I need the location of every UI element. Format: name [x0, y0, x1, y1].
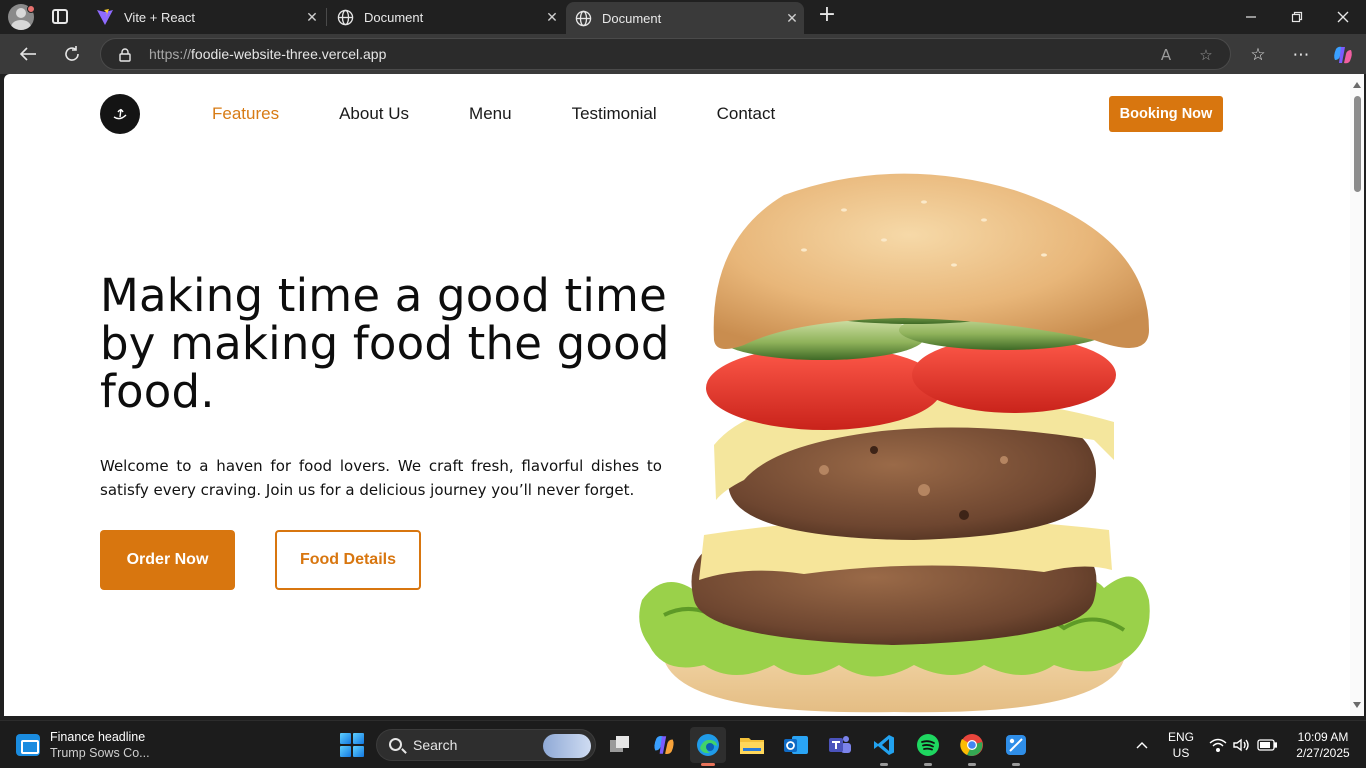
favorites-icon[interactable]: ☆: [1246, 43, 1270, 67]
task-view-icon[interactable]: [602, 727, 638, 763]
edge-browser-icon[interactable]: [690, 727, 726, 766]
burger-image: [639, 173, 1150, 713]
restore-button[interactable]: [1274, 0, 1320, 34]
refresh-button[interactable]: [57, 39, 87, 69]
nav-testimonial[interactable]: Testimonial: [572, 104, 657, 124]
clock-date: 2/27/2025: [1296, 746, 1350, 760]
scroll-down-arrow-icon[interactable]: [1353, 702, 1361, 708]
tab-vite-react[interactable]: Vite + React ✕: [88, 0, 324, 34]
close-tab-icon[interactable]: ✕: [300, 9, 324, 26]
battery-icon[interactable]: [1256, 721, 1278, 768]
url-text[interactable]: https://foodie-website-three.vercel.app: [149, 46, 386, 62]
notification-dot: [27, 5, 35, 13]
language-code: ENG: [1167, 730, 1194, 744]
spotify-icon[interactable]: [910, 727, 946, 766]
search-label: Search: [413, 737, 458, 753]
hero-title: Making time a good time by making food t…: [100, 269, 670, 418]
tab-divider: [326, 8, 327, 26]
tab-title: Document: [602, 10, 662, 26]
booking-now-button[interactable]: Booking Now: [1109, 96, 1223, 132]
nav-about-us[interactable]: About Us: [339, 104, 409, 124]
url-host: foodie-website-three.vercel.app: [191, 46, 387, 62]
widget-title: Finance headline: [50, 730, 146, 744]
minimize-button[interactable]: [1228, 0, 1274, 34]
close-window-button[interactable]: [1320, 0, 1366, 34]
file-explorer-icon[interactable]: [734, 727, 770, 763]
close-tab-icon[interactable]: ✕: [540, 9, 564, 26]
read-aloud-icon[interactable]: A: [1155, 44, 1177, 66]
tab-title: Vite + React: [124, 9, 195, 25]
clock-time: 10:09 AM: [1297, 730, 1349, 744]
outlook-icon[interactable]: [778, 727, 814, 763]
tab-actions-icon[interactable]: [52, 9, 68, 24]
food-details-button[interactable]: Food Details: [275, 530, 421, 590]
snipping-tool-icon[interactable]: [998, 727, 1034, 766]
globe-icon: [574, 9, 592, 27]
vite-icon: [96, 8, 114, 26]
scroll-thumb[interactable]: [1354, 96, 1361, 192]
site-navigation: Features About Us Menu Testimonial Conta…: [212, 104, 835, 124]
scroll-up-arrow-icon[interactable]: [1353, 82, 1361, 88]
close-tab-icon[interactable]: ✕: [780, 10, 804, 27]
url-protocol: https://: [149, 46, 192, 62]
page-scrollbar[interactable]: [1350, 74, 1364, 716]
chrome-icon[interactable]: [954, 727, 990, 766]
tab-document-active[interactable]: Document ✕: [566, 2, 804, 34]
start-button[interactable]: [340, 733, 364, 757]
taskbar-search[interactable]: Search: [376, 729, 596, 761]
page-viewport: Features About Us Menu Testimonial Conta…: [4, 74, 1364, 716]
more-options-icon[interactable]: ⋯: [1289, 43, 1313, 67]
site-logo[interactable]: [100, 94, 140, 134]
widget-subtitle: Trump Sows Co...: [50, 746, 150, 760]
globe-icon: [336, 8, 354, 26]
lock-icon[interactable]: [119, 47, 131, 62]
tab-title: Document: [364, 9, 424, 25]
browser-toolbar: https://foodie-website-three.vercel.app …: [0, 34, 1366, 74]
nav-features[interactable]: Features: [212, 104, 279, 124]
back-button[interactable]: [13, 39, 43, 69]
stock-chart-icon: [16, 734, 40, 756]
nav-contact[interactable]: Contact: [717, 104, 776, 124]
nav-menu[interactable]: Menu: [469, 104, 512, 124]
address-bar[interactable]: https://foodie-website-three.vercel.app …: [100, 38, 1231, 70]
favorite-star-icon[interactable]: ☆: [1195, 44, 1217, 66]
tab-document-1[interactable]: Document ✕: [328, 0, 564, 34]
show-hidden-icons-icon[interactable]: [1130, 721, 1154, 768]
copilot-app-icon[interactable]: [646, 727, 682, 763]
widget-text: Finance headline Trump Sows Co...: [50, 729, 150, 761]
tab-strip: Vite + React ✕ Document ✕ Document ✕ +: [0, 0, 1366, 34]
volume-icon[interactable]: [1232, 721, 1252, 768]
clock[interactable]: 10:09 AM 2/27/2025: [1284, 721, 1362, 768]
teams-icon[interactable]: [822, 727, 858, 763]
hero-description: Welcome to a haven for food lovers. We c…: [100, 457, 662, 499]
news-widget[interactable]: Finance headline Trump Sows Co...: [16, 729, 150, 761]
copilot-icon[interactable]: [1331, 43, 1355, 67]
region-code: US: [1172, 746, 1190, 760]
new-tab-button[interactable]: +: [815, 4, 839, 28]
wifi-icon[interactable]: [1208, 721, 1228, 768]
taskbar: Finance headline Trump Sows Co... Search: [0, 720, 1366, 768]
order-now-button[interactable]: Order Now: [100, 530, 235, 590]
vscode-icon[interactable]: [866, 727, 902, 766]
search-highlight-image: [543, 734, 591, 758]
language-indicator[interactable]: ENG US: [1160, 721, 1202, 768]
search-icon: [389, 738, 402, 751]
